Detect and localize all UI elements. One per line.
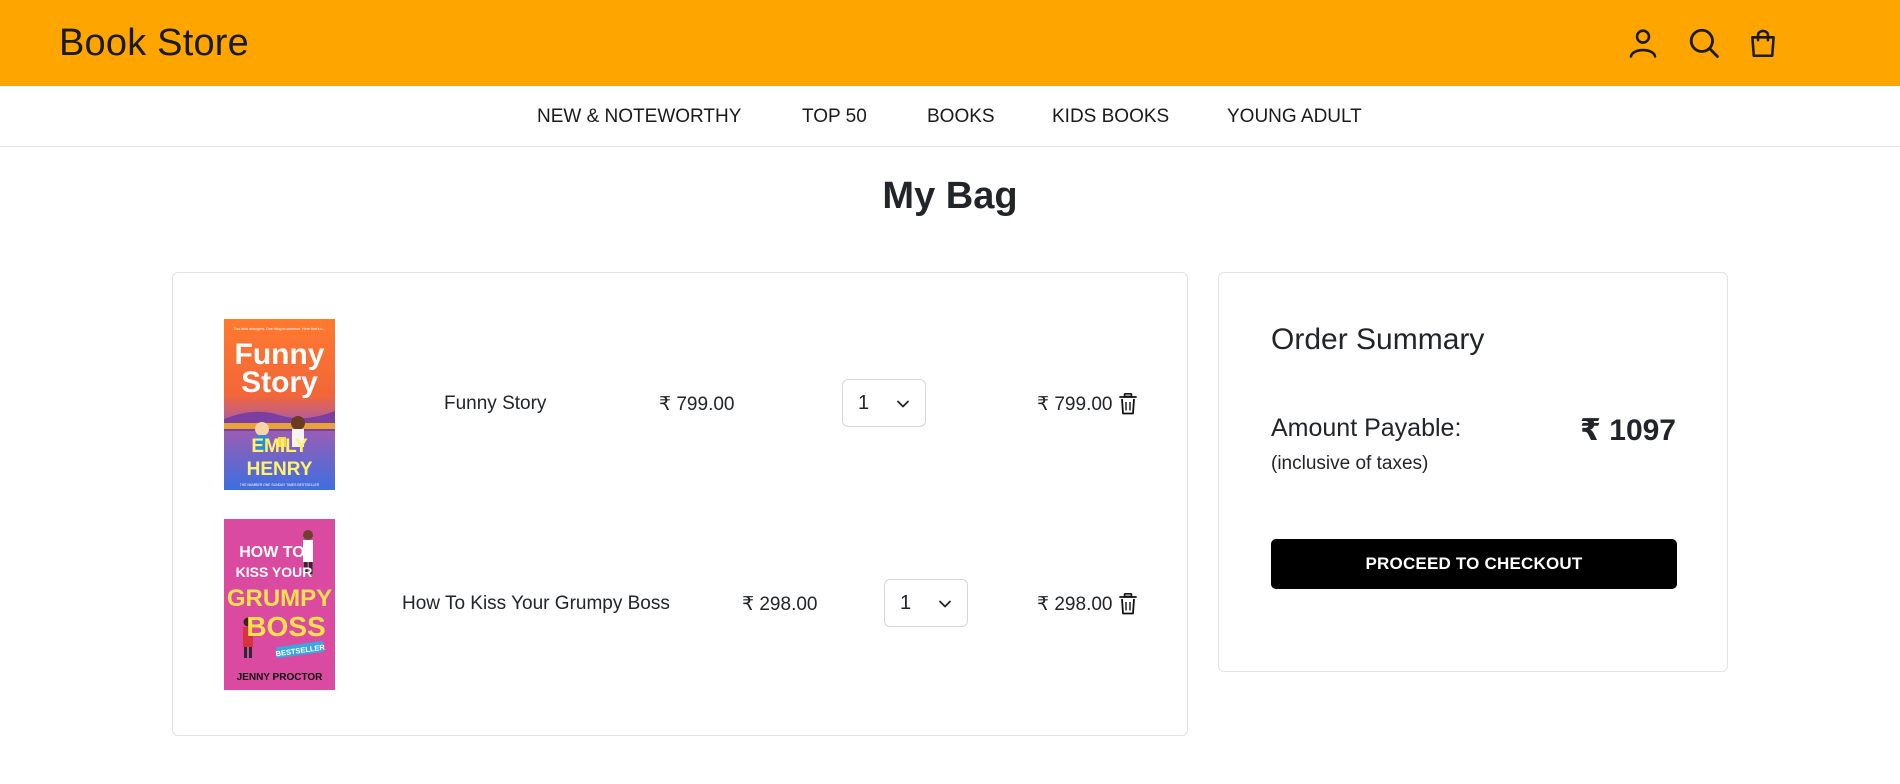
item-price: ₹ 799.00 — [659, 394, 735, 415]
nav-item-young-adult[interactable]: YOUNG ADULT — [1227, 106, 1362, 128]
tax-note: (inclusive of taxes) — [1271, 453, 1429, 474]
amount-payable-value: ₹ 1097 — [1580, 414, 1676, 447]
cover-title-line2: Story — [241, 366, 318, 399]
cover-tagline: Two total strangers. One thing in common… — [234, 327, 326, 331]
quantity-value: 1 — [858, 392, 870, 414]
cover-author: JENNY PROCTOR — [237, 672, 324, 683]
category-nav: NEW & NOTEWORTHY TOP 50 BOOKS KIDS BOOKS… — [0, 86, 1900, 147]
order-summary-panel: Order Summary Amount Payable: (inclusive… — [1218, 272, 1728, 672]
amount-payable-label: Amount Payable: — [1271, 414, 1462, 442]
brand-logo[interactable]: Book Store — [59, 22, 249, 65]
trash-icon[interactable] — [1119, 393, 1137, 415]
proceed-to-checkout-button[interactable]: PROCEED TO CHECKOUT — [1271, 539, 1677, 589]
quantity-value: 1 — [900, 592, 912, 614]
nav-item-new-noteworthy[interactable]: NEW & NOTEWORTHY — [537, 106, 741, 128]
item-price: ₹ 298.00 — [742, 594, 818, 615]
nav-item-top-50[interactable]: TOP 50 — [802, 106, 867, 128]
nav-item-kids-books[interactable]: KIDS BOOKS — [1052, 106, 1169, 128]
chevron-down-icon — [939, 600, 951, 608]
cover-title-line2: KISS YOUR — [236, 564, 313, 580]
cart-panel: Two total strangers. One thing in common… — [172, 272, 1188, 736]
item-title[interactable]: How To Kiss Your Grumpy Boss — [402, 593, 670, 615]
search-icon[interactable] — [1685, 24, 1723, 62]
order-summary-title: Order Summary — [1271, 323, 1485, 356]
cover-author-line2: HENRY — [247, 459, 313, 480]
cover-title-line1: HOW TO — [239, 544, 304, 561]
item-title[interactable]: Funny Story — [444, 393, 546, 415]
page-title: My Bag — [882, 175, 1018, 217]
quantity-select[interactable]: 1 — [842, 379, 926, 427]
nav-item-books[interactable]: BOOKS — [927, 106, 995, 128]
bag-icon[interactable] — [1744, 24, 1782, 62]
chevron-down-icon — [897, 400, 909, 408]
quantity-select[interactable]: 1 — [884, 579, 968, 627]
trash-icon[interactable] — [1119, 593, 1137, 615]
cover-author-line1: EMILY — [251, 436, 308, 457]
book-cover-image[interactable]: Two total strangers. One thing in common… — [224, 319, 335, 490]
item-total: ₹ 799.00 — [1037, 394, 1113, 415]
cover-title-line4: BOSS — [246, 611, 325, 642]
cover-title-line3: GRUMPY — [227, 585, 332, 612]
book-cover-image[interactable]: HOW TO KISS YOUR GRUMPY BOSS BESTSELLER … — [224, 519, 335, 690]
cover-footer: THE NUMBER ONE SUNDAY TIMES BESTSELLER — [240, 483, 320, 487]
item-total: ₹ 298.00 — [1037, 594, 1113, 615]
user-icon[interactable] — [1624, 24, 1662, 62]
header-bar: Book Store — [0, 0, 1900, 86]
